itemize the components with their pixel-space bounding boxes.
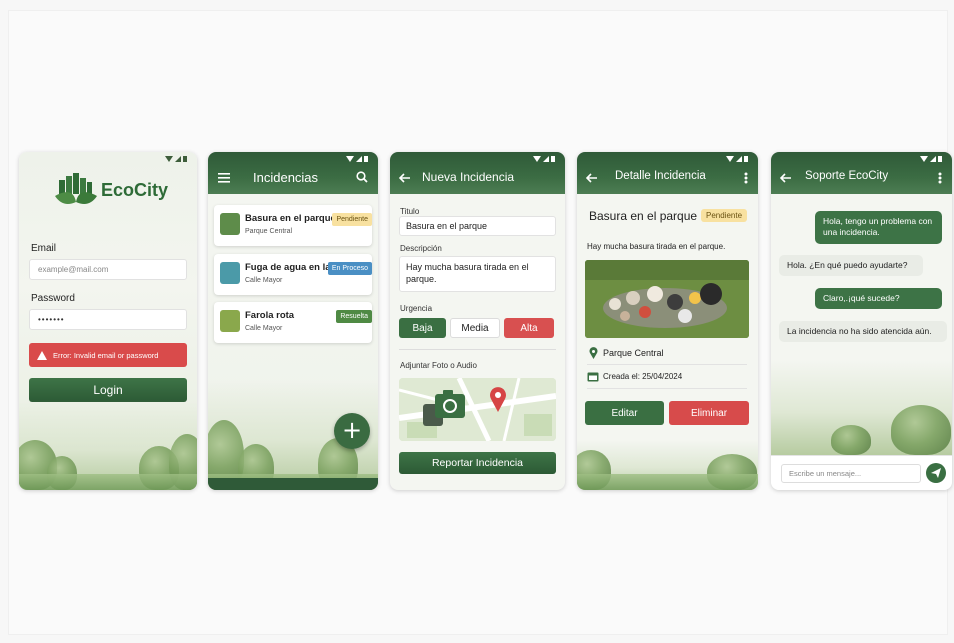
list-item[interactable]: Farola rota Calle Mayor Resuelta [214,302,372,343]
urgency-medium-button[interactable]: Media [450,318,500,338]
password-label: Password [31,293,75,304]
incident-photo[interactable] [585,260,749,338]
date-row: Creada el: 25/04/2024 [587,371,682,382]
app-bar: Incidencias [208,152,378,194]
status-bar [726,156,748,162]
send-icon [931,468,941,478]
delete-button[interactable]: Eliminar [669,401,749,425]
message-input[interactable]: Escribe un mensaje... [781,464,921,483]
detail-screen: Detalle Incidencia Basura en el parque P… [577,152,758,490]
back-arrow-icon[interactable] [780,173,792,183]
incident-location: Calle Mayor [245,325,283,332]
incident-description: Hay mucha basura tirada en el parque. [587,242,726,251]
bottom-bar [208,478,378,490]
email-field[interactable]: example@mail.com [29,259,187,280]
search-icon[interactable] [356,171,368,183]
incident-title: Basura en el parque [589,209,698,223]
camera-icon [423,390,465,426]
incidents-screen: Incidencias Basura en el parque Parque C… [208,152,378,490]
description-label: Descripción [400,244,442,253]
description-input[interactable]: Hay mucha basura tirada en el parque. [399,256,556,292]
page-title: Soporte EcoCity [805,170,889,182]
incident-location: Parque Central [603,348,664,358]
landscape-illustration [577,440,758,490]
app-bar: Nueva Incidencia [390,152,565,194]
login-screen: EcoCity Email example@mail.com Password … [19,152,197,490]
message-sent: Claro,.¡qué sucede? [815,288,942,310]
password-field[interactable]: ••••••• [29,309,187,330]
location-pin-icon [490,387,506,412]
divider [587,388,747,389]
status-bar [533,156,555,162]
error-alert: Error: Invalid email or password [29,343,187,367]
menu-icon[interactable] [218,173,230,183]
status-bar [346,156,368,162]
message-sent: Hola, tengo un problema con una incidenc… [815,211,942,244]
list-item[interactable]: Fuga de agua en la Calle Mayor En Proces… [214,254,372,295]
status-badge: En Proceso [327,262,372,275]
warning-icon [37,350,47,360]
title-input[interactable]: Basura en el parque [399,216,556,236]
divider [587,364,747,365]
status-badge: Resuelta [336,310,372,323]
map-attachment[interactable] [399,378,556,441]
brand-logo: EcoCity [53,172,173,212]
location-pin-icon [589,347,598,359]
message-received: La incidencia no ha sido atencida aún. [779,321,947,343]
back-arrow-icon[interactable] [586,173,598,183]
login-button[interactable]: Login [29,378,187,402]
email-label: Email [31,243,57,254]
brand-name: EcoCity [101,180,169,200]
incident-title: Basura en el parque [245,213,336,224]
page-title: Detalle Incidencia [615,170,706,182]
trash-icon [220,213,240,235]
add-incident-button[interactable]: + [334,413,370,449]
water-leak-icon [220,262,240,284]
status-badge: Pendiente [332,213,372,226]
page-title: Incidencias [253,170,319,185]
more-options-icon[interactable] [744,172,748,184]
back-arrow-icon[interactable] [399,173,411,183]
status-badge: Pendiente [701,209,748,222]
divider [399,349,556,350]
streetlight-icon [220,310,240,332]
error-text: Error: Invalid email or password [53,350,159,360]
incident-title: Fuga de agua en la [245,262,331,273]
city-leaf-icon [55,173,97,204]
support-chat-screen: Soporte EcoCity Hola, tengo un problema … [771,152,952,490]
urgency-label: Urgencia [400,304,433,313]
app-bar: Detalle Incidencia [577,152,758,194]
created-date: Creada el: 25/04/2024 [603,372,683,381]
app-bar: Soporte EcoCity [771,152,952,194]
page-title: Nueva Incidencia [422,170,515,184]
incident-title: Farola rota [245,310,295,321]
incident-location: Calle Mayor [245,277,283,284]
trash-photo [585,260,749,338]
status-bar [920,156,942,162]
title-label: Titulo [400,207,420,216]
urgency-low-button[interactable]: Baja [399,318,446,338]
message-received: Hola. ¿En qué puedo ayudarte? [779,255,923,277]
location-row: Parque Central [589,347,664,359]
calendar-icon [587,372,599,382]
status-bar [165,156,187,162]
list-item[interactable]: Basura en el parque Parque Central Pendi… [214,205,372,246]
report-incident-button[interactable]: Reportar Incidencia [399,452,556,474]
incident-location: Parque Central [245,228,293,235]
more-options-icon[interactable] [938,172,942,184]
urgency-high-button[interactable]: Alta [504,318,554,338]
message-composer: Escribe un mensaje... [771,455,952,490]
new-incident-screen: Nueva Incidencia Titulo Basura en el par… [390,152,565,490]
canvas: EcoCity Email example@mail.com Password … [0,0,954,643]
landscape-illustration [771,360,952,455]
send-button[interactable] [926,463,946,483]
landscape-illustration [19,400,197,490]
attach-label: Adjuntar Foto o Audio [400,361,477,370]
edit-button[interactable]: Editar [585,401,664,425]
